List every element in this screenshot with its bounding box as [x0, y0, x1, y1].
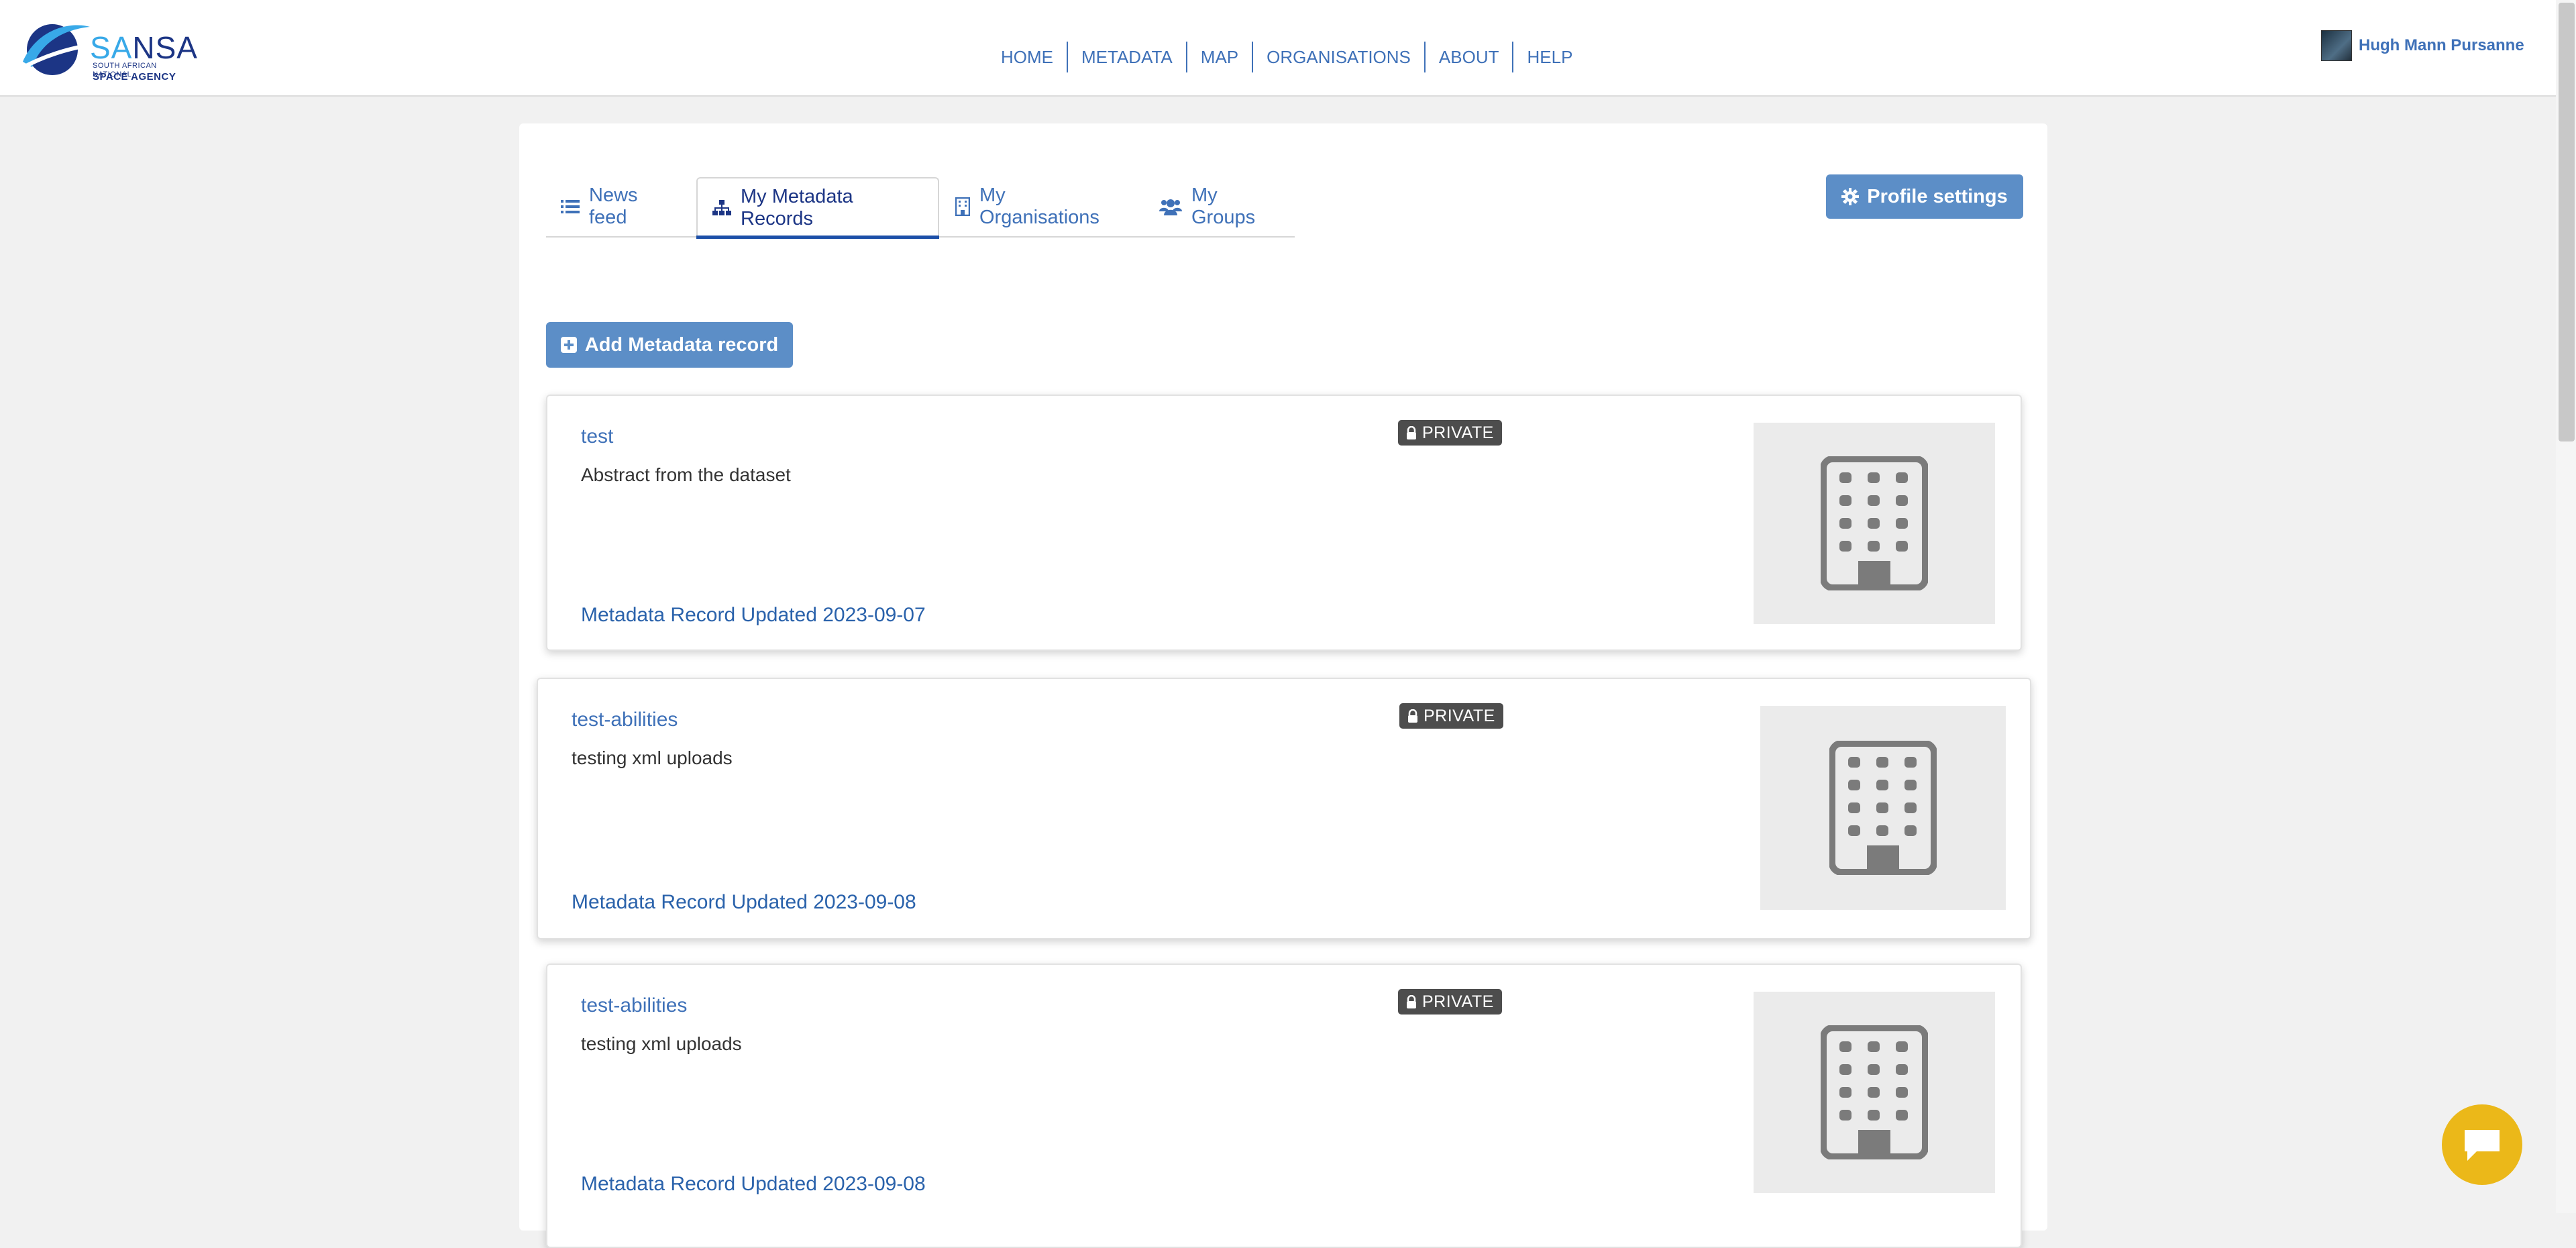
record-title-link[interactable]: test-abilities [572, 709, 678, 731]
building-icon [1821, 456, 1928, 590]
logo-wordmark: SANSA [90, 30, 198, 65]
nav-about[interactable]: ABOUT [1424, 42, 1513, 72]
private-badge: PRIVATE [1398, 420, 1502, 446]
building-icon [955, 197, 970, 216]
tab-label: My Metadata Records [741, 186, 853, 229]
record-title-link[interactable]: test-abilities [581, 994, 687, 1017]
badge-label: PRIVATE [1422, 992, 1494, 1011]
lock-icon [1406, 426, 1417, 439]
record-thumbnail[interactable] [1754, 992, 1995, 1193]
chat-widget-button[interactable] [2442, 1104, 2522, 1185]
lock-icon [1407, 709, 1418, 723]
users-icon [1159, 198, 1182, 215]
nav-map[interactable]: MAP [1185, 42, 1252, 72]
tab-my-metadata-records[interactable]: My Metadata Records [696, 177, 939, 239]
list-icon [561, 199, 580, 215]
scrollbar-thumb[interactable] [2559, 3, 2575, 441]
lock-icon [1406, 995, 1417, 1008]
add-metadata-record-label: Add Metadata record [584, 333, 779, 356]
private-badge: PRIVATE [1399, 703, 1503, 729]
record-updated: Metadata Record Updated 2023-09-08 [581, 1173, 926, 1195]
tab-my-organisations[interactable]: My Organisations [941, 177, 1143, 236]
record-abstract: testing xml uploads [581, 1033, 742, 1054]
profile-settings-label: Profile settings [1867, 185, 2008, 207]
tab-label: My Groups [1191, 185, 1256, 228]
sansa-logo[interactable]: SANSA SOUTH AFRICAN NATIONAL SPACE AGENC… [17, 15, 197, 83]
record-abstract: testing xml uploads [572, 747, 733, 768]
tab-news-feed[interactable]: News feed [546, 177, 695, 236]
record-abstract: Abstract from the dataset [581, 464, 791, 485]
dashboard-panel: News feed My Metadata Records My Organis… [519, 123, 2047, 1248]
gear-icon [1841, 188, 1860, 205]
nav-home[interactable]: HOME [987, 42, 1067, 72]
user-menu[interactable]: Hugh Mann Pursanne [2321, 30, 2524, 61]
site-header: SANSA SOUTH AFRICAN NATIONAL SPACE AGENC… [0, 0, 2556, 97]
logo-swoosh-icon [17, 24, 90, 75]
nav-organisations[interactable]: ORGANISATIONS [1252, 42, 1424, 72]
chat-bubble-icon [2465, 1130, 2500, 1161]
record-card[interactable]: test-abilities testing xml uploads PRIVA… [546, 964, 2022, 1248]
record-card[interactable]: test Abstract from the dataset PRIVATE M… [546, 395, 2022, 651]
record-updated: Metadata Record Updated 2023-09-07 [581, 604, 926, 626]
record-title-link[interactable]: test [581, 425, 613, 448]
avatar [2321, 30, 2352, 61]
dashboard-tabs: News feed My Metadata Records My Organis… [546, 177, 1295, 239]
nav-help[interactable]: HELP [1512, 42, 1586, 72]
plus-square-icon [560, 337, 577, 353]
add-metadata-record-button[interactable]: Add Metadata record [546, 322, 793, 368]
logo-subtitle-agency: SPACE AGENCY [93, 71, 176, 83]
badge-label: PRIVATE [1424, 706, 1495, 725]
building-icon [1829, 741, 1937, 875]
record-thumbnail[interactable] [1760, 706, 2006, 910]
badge-label: PRIVATE [1422, 423, 1494, 442]
main-nav: HOME METADATA MAP ORGANISATIONS ABOUT HE… [987, 42, 1586, 72]
building-icon [1821, 1025, 1928, 1159]
tab-my-groups[interactable]: My Groups [1144, 177, 1295, 236]
user-name: Hugh Mann Pursanne [2359, 36, 2524, 54]
tab-label: News feed [589, 185, 638, 228]
private-badge: PRIVATE [1398, 989, 1502, 1015]
record-updated: Metadata Record Updated 2023-09-08 [572, 891, 916, 913]
sitemap-icon [712, 200, 731, 216]
record-card[interactable]: test-abilities testing xml uploads PRIVA… [537, 678, 2031, 939]
tab-label: My Organisations [979, 185, 1099, 228]
nav-metadata[interactable]: METADATA [1067, 42, 1186, 72]
record-thumbnail[interactable] [1754, 423, 1995, 624]
profile-settings-button[interactable]: Profile settings [1826, 174, 2023, 219]
